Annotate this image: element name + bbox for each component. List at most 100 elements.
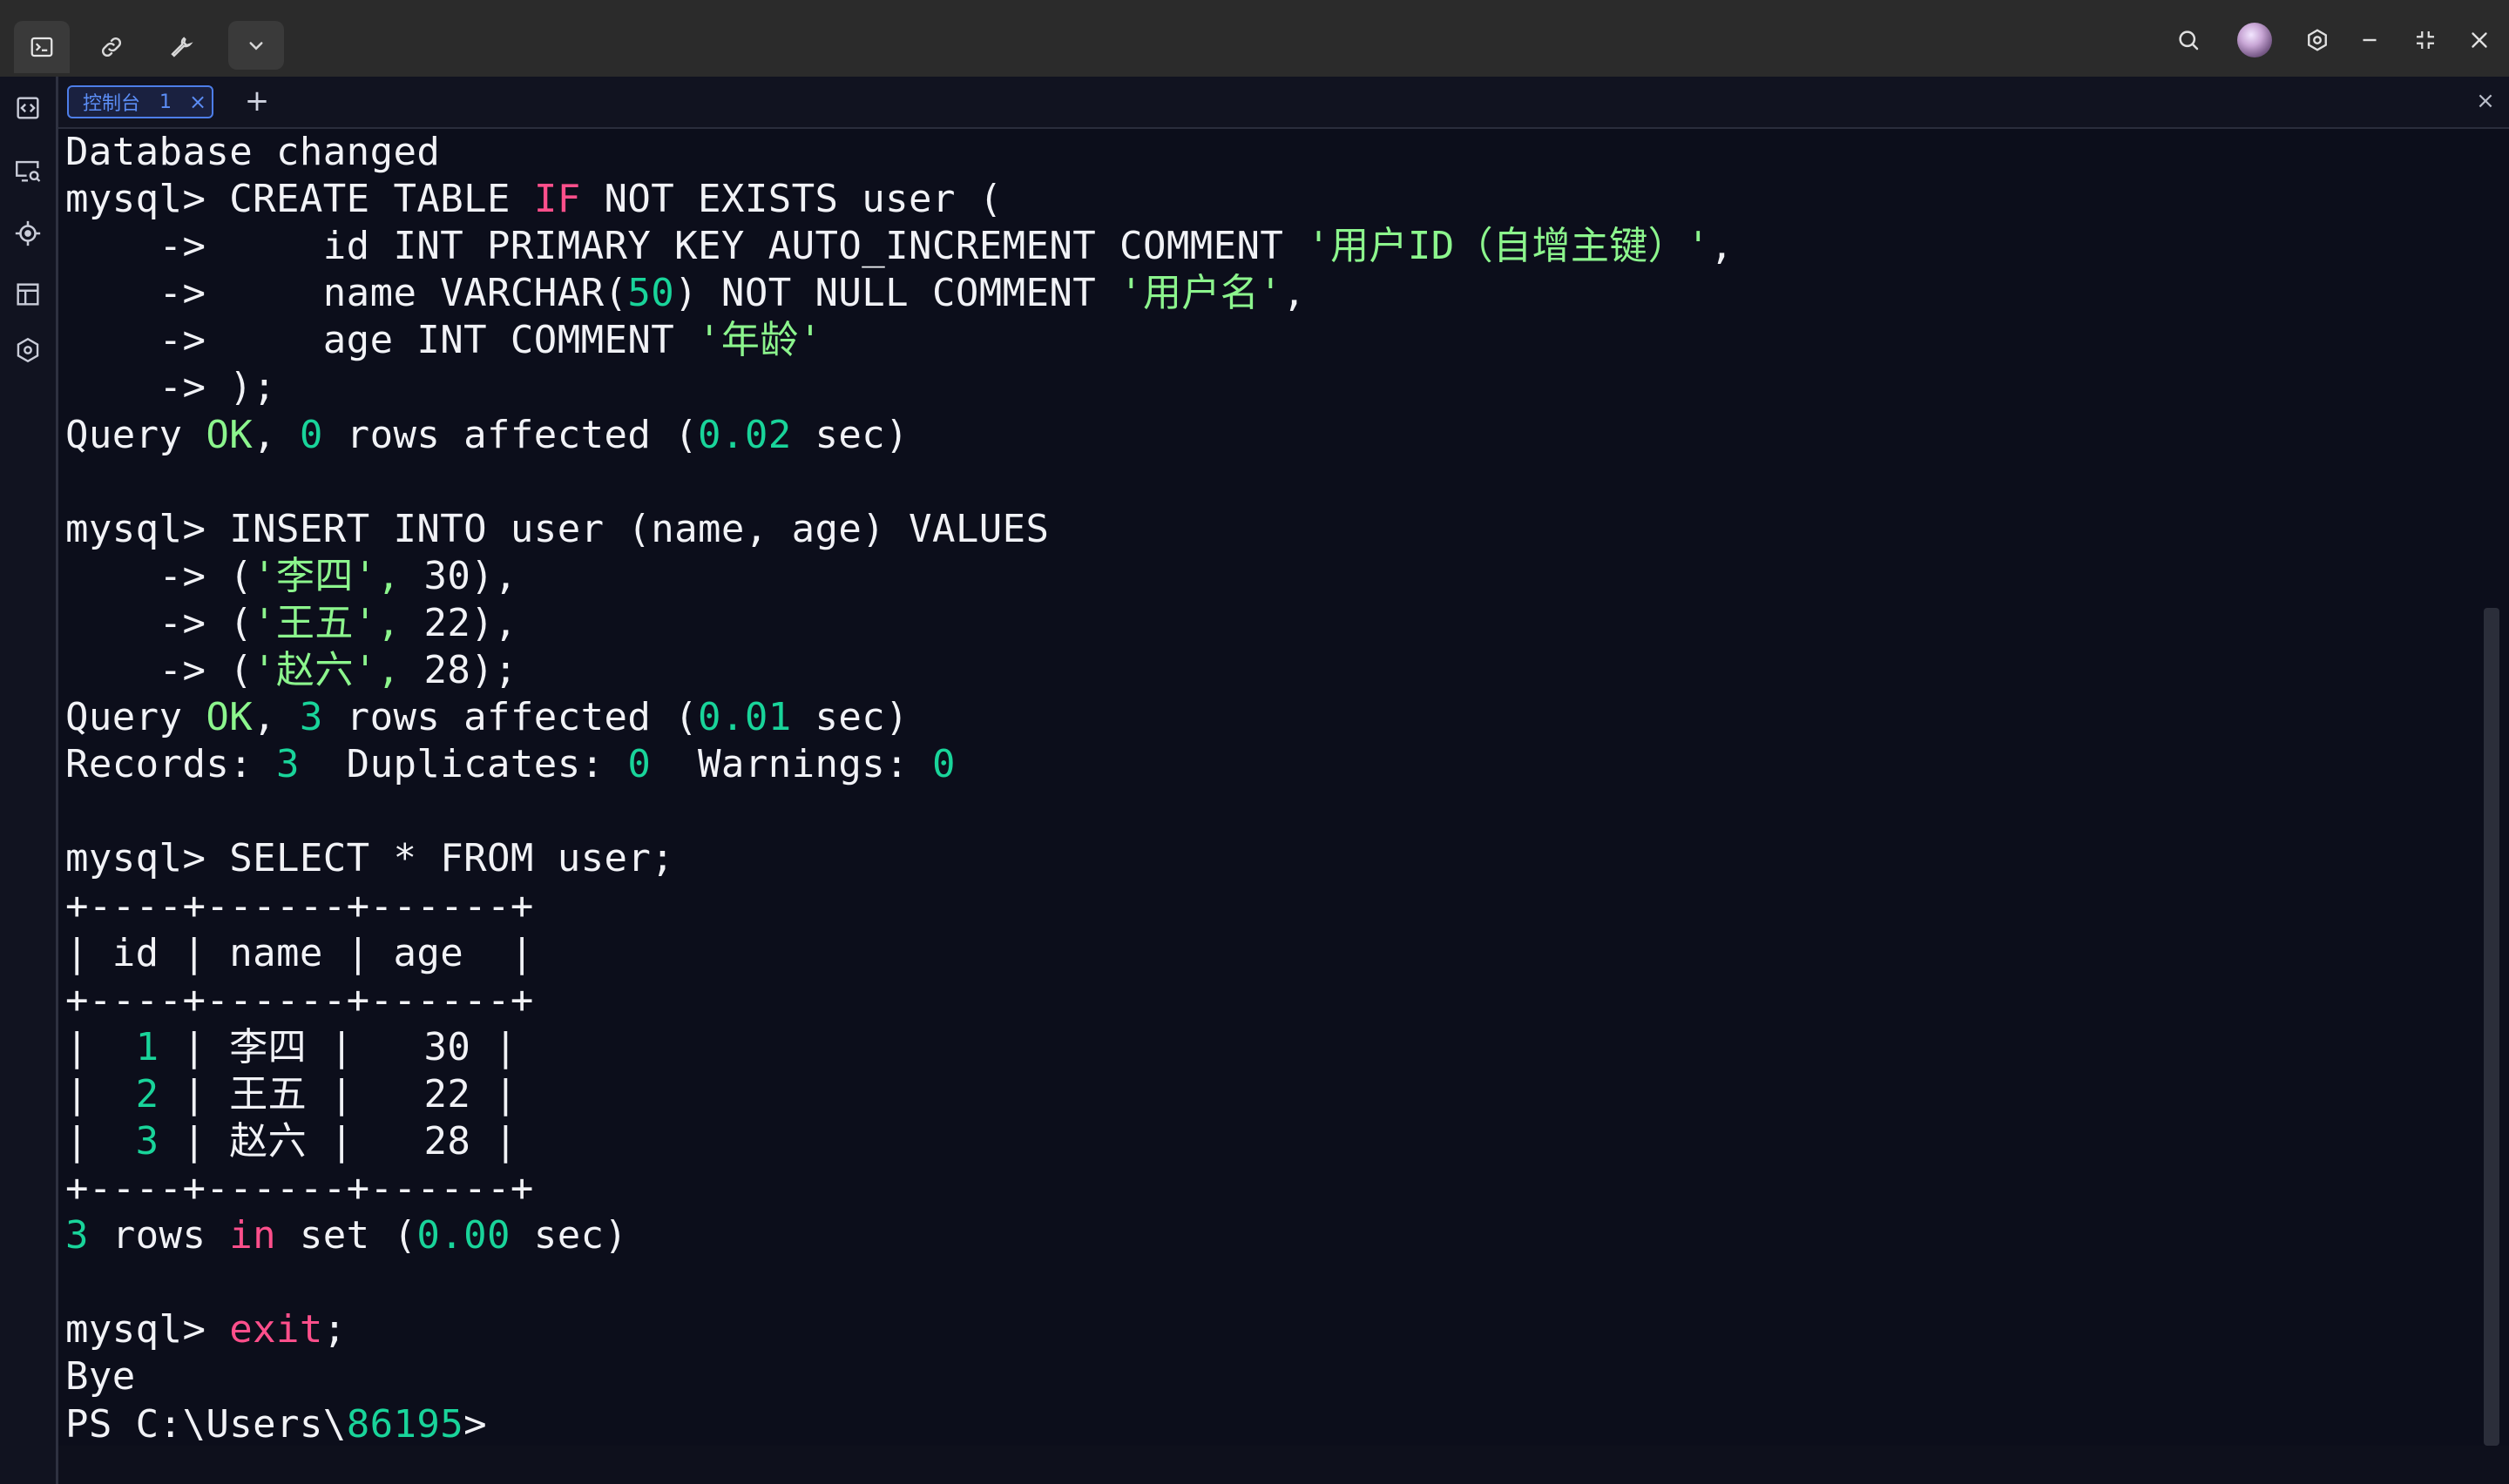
terminal-segment: NOT EXISTS user ( [580, 177, 1003, 222]
terminal-segment: 86195 [346, 1401, 464, 1444]
terminal-line: +----+------+------+ [65, 883, 1734, 930]
link-button[interactable] [84, 21, 139, 73]
settings-icon [2308, 29, 2327, 51]
terminal-segment: 0 [299, 412, 323, 457]
terminal-segment: mysql> CREATE TABLE [65, 177, 534, 222]
terminal-segment: 0.02 [698, 412, 792, 457]
sidebar-item-plugins[interactable] [10, 333, 45, 368]
terminal-segment: 30), [400, 553, 518, 598]
terminal-line: +----+------+------+ [65, 1165, 1734, 1212]
terminal-segment: -> name VARCHAR( [65, 271, 628, 316]
terminal-segment: IF [533, 177, 581, 222]
sidebar-item-target[interactable] [10, 216, 45, 251]
terminal-segment: exit [229, 1307, 323, 1352]
restore-button[interactable] [2404, 19, 2446, 61]
terminal-icon [30, 37, 53, 57]
tab-dropdown-button[interactable] [228, 21, 284, 70]
terminal-line: Records: 3 Duplicates: 0 Warnings: 0 [65, 741, 1734, 788]
terminal-tab-button[interactable] [14, 21, 70, 73]
terminal-segment: , [253, 695, 300, 740]
terminal-segment: 3 [276, 742, 300, 787]
tab-console-1[interactable]: 控制台 1 × [67, 85, 213, 118]
terminal-text: Database changed mysql> CREATE TABLE IF N… [65, 129, 1734, 1444]
terminal-segment: Warnings: [651, 742, 932, 787]
terminal-segment: Duplicates: [299, 742, 628, 787]
terminal-segment: mysql> [65, 1307, 230, 1352]
terminal-segment: 1 [135, 1024, 159, 1069]
terminal-segment: > [463, 1401, 488, 1444]
terminal-line: | id | name | age | [65, 930, 1734, 977]
add-tab-button[interactable]: + [240, 84, 274, 118]
terminal-segment: PS C:\Users\ [65, 1401, 347, 1444]
terminal-segment: set ( [276, 1213, 417, 1258]
terminal-segment: -> age INT COMMENT [65, 318, 699, 363]
terminal-line: | 2 | 王五 | 22 | [65, 1071, 1734, 1118]
terminal-line: -> ('李四', 30), [65, 553, 1734, 600]
terminal-segment: '用户ID（自增主键）' [1307, 224, 1710, 269]
terminal-segment: | 王五 | 22 | [159, 1071, 518, 1116]
search-button[interactable] [2167, 19, 2209, 61]
minimize-button[interactable] [2349, 19, 2391, 61]
terminal-segment: 3 [135, 1118, 159, 1164]
terminal-segment: '年龄' [698, 318, 822, 363]
terminal-output[interactable]: Database changed mysql> CREATE TABLE IF N… [58, 129, 2480, 1444]
terminal-segment: , [253, 412, 300, 457]
terminal-segment: 0.01 [698, 695, 792, 740]
terminal-line: mysql> SELECT * FROM user; [65, 835, 1734, 882]
terminal-segment: '赵六', [253, 648, 401, 693]
chevron-down-icon [249, 42, 263, 51]
avatar-button[interactable] [2234, 19, 2276, 61]
terminal-segment: 0 [627, 742, 652, 787]
terminal-segment: 2 [135, 1071, 159, 1116]
sidebar-item-code[interactable] [10, 91, 45, 125]
terminal-line: -> id INT PRIMARY KEY AUTO_INCREMENT COM… [65, 223, 1734, 270]
terminal-segment: 0.00 [416, 1213, 511, 1258]
hexagon-icon [17, 337, 39, 363]
terminal-line: +----+------+------+ [65, 977, 1734, 1024]
terminal-segment: | 李四 | 30 | [159, 1024, 518, 1069]
terminal-segment: Query [65, 695, 206, 740]
link-icon [101, 37, 122, 57]
terminal-segment: 0 [931, 742, 956, 787]
terminal-segment: -> id INT PRIMARY KEY AUTO_INCREMENT COM… [65, 224, 1308, 269]
wrench-icon [171, 37, 193, 57]
terminal-segment: ; [322, 1307, 347, 1352]
sidebar-item-layout[interactable] [10, 277, 45, 312]
tab-label: 控制台 [83, 93, 141, 115]
close-window-button[interactable] [2458, 19, 2500, 61]
terminal-segment: '用户名' [1119, 271, 1283, 316]
terminal-segment: '李四', [253, 553, 401, 598]
terminal-segment: Bye [65, 1354, 136, 1400]
terminal-segment: rows affected ( [322, 695, 699, 740]
terminal-line: -> age INT COMMENT '年龄' [65, 317, 1734, 364]
terminal-segment: +----+------+------+ [65, 1166, 534, 1211]
terminal-segment: sec) [791, 412, 910, 457]
title-bar [0, 0, 2509, 77]
close-panel-button[interactable]: × [2471, 84, 2500, 118]
terminal-segment: OK [206, 412, 254, 457]
terminal-segment: mysql> SELECT * FROM user; [65, 836, 675, 881]
tab-number: 1 [159, 91, 172, 113]
terminal-line: Database changed [65, 129, 1734, 176]
terminal-scrollbar[interactable] [2484, 608, 2499, 1446]
terminal-segment: 22), [400, 600, 518, 645]
terminal-line: -> name VARCHAR(50) NOT NULL COMMENT '用户… [65, 270, 1734, 317]
activity-bar [0, 77, 58, 1484]
terminal-segment: 50 [627, 271, 675, 316]
terminal-segment: Records: [65, 742, 277, 787]
terminal-segment: | [65, 1024, 136, 1069]
terminal-segment: , [1709, 224, 1734, 269]
terminal-segment: -> ( [65, 600, 254, 645]
terminal-line: Bye [65, 1353, 1734, 1400]
tab-close-icon[interactable]: × [189, 90, 206, 114]
sidebar-item-monitor[interactable] [10, 153, 45, 188]
tools-button[interactable] [153, 21, 209, 73]
settings-button[interactable] [2296, 19, 2338, 61]
terminal-segment: -> ); [65, 365, 277, 410]
terminal-segment: | [65, 1118, 136, 1164]
terminal-segment: | id | name | age | [65, 930, 534, 975]
terminal-line: | 3 | 赵六 | 28 | [65, 1118, 1734, 1165]
terminal-segment: 3 [65, 1213, 89, 1258]
